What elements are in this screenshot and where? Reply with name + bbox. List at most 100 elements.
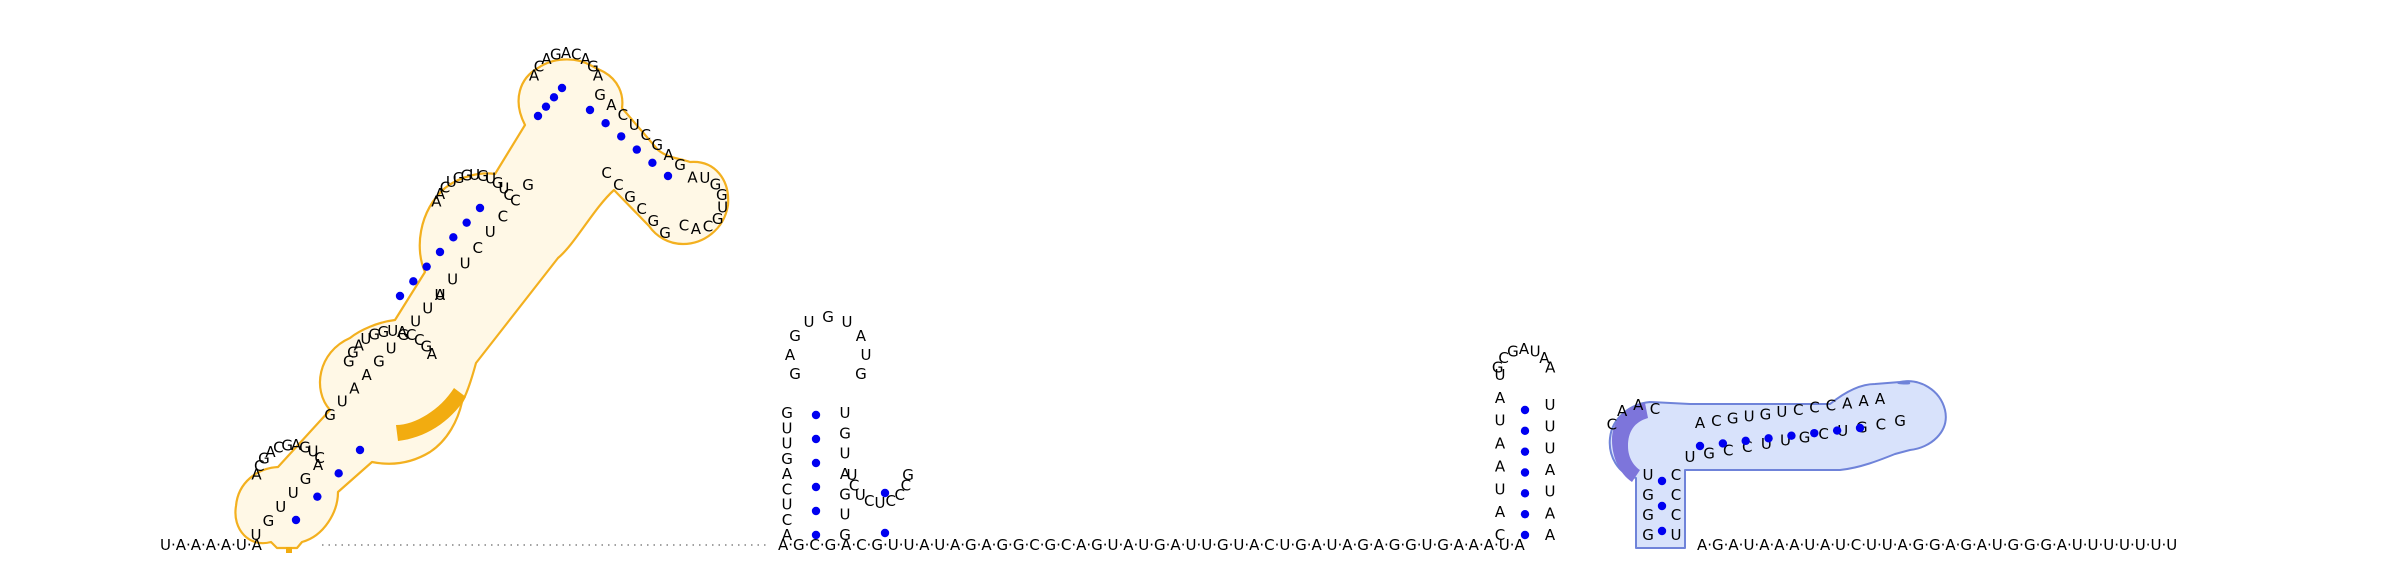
rna-secondary-structure-diagram: U·A·A·A·A·U·A A·G·C·G·A·C·G·U·U·A·U·A·G·A… <box>160 44 2177 554</box>
base-pair-dot <box>811 458 821 468</box>
base-pair-dot <box>617 132 626 141</box>
highlight-a-nucleotide: U <box>251 526 262 544</box>
highlight-a-nucleotide: C <box>314 449 324 467</box>
hairpin-b-left-stem: A <box>1495 503 1506 521</box>
highlight-a-nucleotide: A <box>687 168 698 186</box>
highlight-a-nucleotide: C <box>640 126 650 144</box>
highlight-a-nucleotide: U <box>460 255 471 273</box>
highlight-a-nucleotide: C <box>601 164 611 182</box>
hairpin-a-loop: U <box>842 313 853 331</box>
highlight-b-left-stem: U <box>1643 466 1654 484</box>
hairpin-a-right-stem: G <box>839 526 851 544</box>
highlight-a-nucleotide: U <box>447 270 458 288</box>
hairpin-a-right-stem: G <box>839 424 851 442</box>
highlight-b-top-row: A <box>1875 390 1886 408</box>
base-pair-dot <box>533 111 543 121</box>
base-pair-dot <box>880 488 890 498</box>
highlight-b-left-stem: G <box>1642 486 1654 504</box>
base-pair-dot <box>334 469 343 478</box>
base-pair-dot <box>1657 526 1667 536</box>
highlight-a-nucleotide: A <box>349 379 360 397</box>
base-pair-dot <box>355 445 365 455</box>
hairpin-a-loop: A <box>856 327 867 345</box>
base-pair-dot <box>1695 441 1705 451</box>
hairpin-a-small-loop: C <box>864 492 874 510</box>
highlight-b-right-stem: C <box>1671 506 1681 524</box>
highlight-b-top-row: U <box>1776 403 1787 421</box>
base-pair-dot <box>1520 530 1530 540</box>
hairpin-b-right-stem: U <box>1545 439 1556 457</box>
hairpin-a-loop: G <box>822 308 834 326</box>
base-pair-dot <box>811 530 821 540</box>
highlight-a-nucleotide: G <box>300 470 312 488</box>
hairpin-a-loop: U <box>804 313 815 331</box>
base-pair-dot <box>1832 426 1842 435</box>
hairpin-a-small-loop: G <box>902 466 914 484</box>
backbone-sequence-right: A·G·A·U·A·A·A·U·A·U·C·U·U·A·G·G·A·G·A·U·… <box>1697 536 2177 554</box>
base-pair-dot <box>291 515 301 525</box>
highlight-a-nucleotide: G <box>659 224 671 242</box>
highlight-b-top-row: C <box>1650 400 1660 418</box>
hairpin-b-loop: A <box>1545 358 1556 376</box>
hairpin-b-left-stem: A <box>1495 457 1506 475</box>
hairpin-b-right-stem: U <box>1545 483 1556 501</box>
highlight-a-nucleotide: C <box>503 186 513 204</box>
highlight-b-right-stem: C <box>1671 486 1681 504</box>
base-pair-dot <box>811 482 821 492</box>
base-pair-dot <box>585 105 595 115</box>
hairpin-a-loop: U <box>861 346 872 364</box>
highlight-b-top-row: A <box>1617 402 1628 420</box>
base-pair-dot <box>1520 509 1530 519</box>
highlight-b-top-row: G <box>1760 405 1772 423</box>
base-pair-dot <box>1810 428 1819 438</box>
base-pair-dot <box>1787 431 1796 440</box>
highlight-a-nucleotide: U <box>629 116 640 134</box>
highlight-a-nucleotide: C <box>636 200 646 218</box>
highlight-b-bottom-row: G <box>1799 428 1811 446</box>
hairpin-b-left-stem: A <box>1495 435 1506 453</box>
highlight-a-nucleotide: G <box>594 86 606 104</box>
hairpin-b-right-stem: A <box>1545 504 1556 522</box>
base-pair-dot <box>1520 426 1530 436</box>
base-pair-dot <box>1657 501 1667 511</box>
hairpin-a-right-stem: U <box>840 404 851 422</box>
highlight-a-nucleotide: A <box>663 146 674 164</box>
hairpin-b-left-stem: U <box>1495 480 1506 498</box>
highlight-a-nucleotide: G <box>648 212 660 230</box>
highlight-a-nucleotide: G <box>263 512 275 530</box>
highlight-a-nucleotide: C <box>703 218 713 236</box>
highlight-b-top-row: C <box>1607 416 1617 434</box>
base-pair-dot <box>880 528 890 538</box>
highlight-b-top-row: G <box>1727 410 1739 428</box>
base-pair-dot <box>1855 423 1865 433</box>
highlight-a-nucleotide: U <box>386 339 397 357</box>
highlight-a-nucleotide: U <box>485 223 496 241</box>
highlight-a-nucleotide: A <box>593 66 604 84</box>
base-pair-dot <box>1657 476 1667 486</box>
base-pair-dot <box>549 93 559 102</box>
highlight-a-lower-marker <box>286 547 292 553</box>
highlight-a-nucleotide: U <box>337 393 348 411</box>
base-pair-dot <box>395 291 405 301</box>
highlight-b-bottom-row: C <box>1876 415 1886 433</box>
highlight-b-bottom-row: G <box>1703 445 1715 463</box>
hairpin-a-right-stem: U <box>840 506 851 524</box>
hairpin-a-loop: G <box>789 365 801 383</box>
base-pair-dot <box>541 102 551 111</box>
highlight-a-nucleotide: C <box>618 106 628 124</box>
base-pair-dot <box>1520 468 1530 477</box>
highlight-a-nucleotide: G <box>522 176 534 194</box>
base-pair-dot <box>313 492 322 501</box>
highlight-b-top-row: A <box>1633 396 1644 414</box>
base-pair-dot <box>811 506 821 516</box>
hairpin-b-right-stem: U <box>1545 418 1556 436</box>
base-pair-dot <box>811 410 821 420</box>
highlight-b-top-row: A <box>1859 392 1870 410</box>
highlight-a-nucleotide: A <box>362 366 373 384</box>
highlight-a-nucleotide: A <box>606 96 617 114</box>
base-pair-dot <box>1718 439 1728 448</box>
highlight-b-top-row: A <box>1695 414 1706 432</box>
hairpin-b-right-stem: A <box>1545 461 1556 479</box>
backbone-sequence-left: U·A·A·A·A·U·A <box>160 536 263 554</box>
highlight-a-nucleotide: A <box>435 286 446 304</box>
